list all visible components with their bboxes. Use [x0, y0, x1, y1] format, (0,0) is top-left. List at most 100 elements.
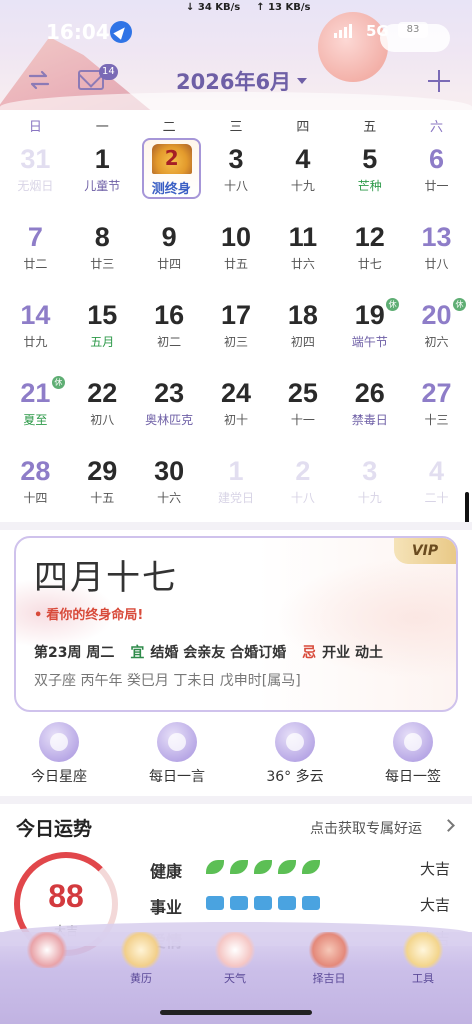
leaf-icon — [206, 860, 224, 874]
day-subtitle: 芒种 — [357, 179, 382, 193]
calendar-day[interactable]: 14 廿九 — [2, 294, 69, 372]
calendar-day[interactable]: 24 初十 — [203, 372, 270, 450]
calendar-day[interactable]: 27 十三 — [403, 372, 470, 450]
calendar-day[interactable]: 1 建党日 — [203, 450, 270, 528]
today-label: 测终身 — [151, 182, 191, 197]
day-subtitle: 十三 — [424, 413, 449, 427]
calendar-day[interactable]: 7 廿二 — [2, 216, 69, 294]
calendar-day[interactable]: 26 禁毒日 — [336, 372, 403, 450]
tab-calendar[interactable] — [0, 932, 94, 992]
day-number: 10 — [220, 222, 252, 252]
vip-badge[interactable]: VIP — [394, 538, 456, 564]
day-number: 29 — [87, 456, 118, 486]
fortune-link[interactable]: 点击获取专属好运 — [310, 818, 422, 838]
day-number: 30 — [154, 456, 185, 486]
calendar-day[interactable]: 4 十九 — [269, 138, 336, 216]
cloud-icon — [212, 932, 258, 968]
status-bar: 16:04 ↓ 34 KB/s ↑ 13 KB/s 5G 83 — [0, 0, 472, 52]
briefcase-icon — [206, 896, 224, 910]
month-selector[interactable]: 2026年6月 — [176, 66, 308, 96]
day-number: 1 — [228, 456, 244, 486]
day-subtitle: 十一 — [290, 413, 315, 427]
network-speed: ↓ 34 KB/s ↑ 13 KB/s — [186, 2, 310, 13]
swap-icon[interactable] — [27, 68, 51, 92]
toolbar: 14 2026年6月 — [0, 62, 472, 102]
briefcase-icon — [254, 896, 272, 910]
tab-auspicious-day[interactable]: 择吉日 — [282, 932, 376, 992]
calendar-day[interactable]: 15 五月 — [69, 294, 136, 372]
calendar-day[interactable]: 8 廿三 — [69, 216, 136, 294]
weekday-label: 日 — [28, 120, 42, 135]
shortcut-label: 36° 多云 — [266, 769, 324, 785]
weekday-label: 四 — [296, 120, 310, 135]
shortcut-daily-quote[interactable]: 每日一言 — [118, 720, 236, 790]
day-subtitle: 十六 — [157, 491, 182, 505]
lunar-info-card[interactable]: VIP 四月十七 看你的终身命局! 第23周 周二宜结婚 会亲友 合婚订婚忌开业… — [14, 536, 458, 712]
flower-icon — [118, 932, 164, 968]
calendar-day[interactable]: 10 廿五 — [203, 216, 270, 294]
calendar-day[interactable]: 22 初八 — [69, 372, 136, 450]
calendar-day[interactable]: 17 初三 — [203, 294, 270, 372]
calendar-day[interactable]: 31 无烟日 — [2, 138, 69, 216]
calendar-day[interactable]: 25 十一 — [269, 372, 336, 450]
almanac-summary: 第23周 周二宜结婚 会亲友 合婚订婚忌开业 动土 — [34, 642, 383, 662]
day-number: 4 — [295, 144, 311, 174]
day-subtitle: 无烟日 — [17, 179, 54, 193]
shortcut-row: 今日星座 每日一言 36° 多云 每日一签 — [0, 720, 472, 790]
fortune-row-career: 事业 大吉 — [150, 892, 450, 918]
calendar-day[interactable]: 18 初四 — [269, 294, 336, 372]
calendar-day[interactable]: 9 廿四 — [136, 216, 203, 294]
today-highlight[interactable]: 测终身 — [141, 138, 201, 199]
day-subtitle: 廿八 — [424, 257, 449, 271]
day-subtitle: 初六 — [424, 335, 449, 349]
calendar-day[interactable]: 6 廿一 — [403, 138, 470, 216]
calendar-day[interactable]: 3 十八 — [203, 138, 270, 216]
day-subtitle: 奥林匹克 — [145, 413, 194, 427]
weekday-label: 二 — [162, 120, 176, 135]
tab-weather[interactable]: 天气 — [188, 932, 282, 992]
calendar-day[interactable]: 12 廿七 — [336, 216, 403, 294]
day-subtitle: 十八 — [223, 179, 248, 193]
tab-label: 黄历 — [130, 972, 152, 985]
calendar-day[interactable]: 30 十六 — [136, 450, 203, 528]
weekday-label: 一 — [95, 120, 109, 135]
day-number: 14 — [20, 300, 51, 330]
day-number: 24 — [220, 378, 252, 408]
tab-label: 择吉日 — [312, 972, 346, 985]
add-icon[interactable] — [428, 70, 450, 92]
calendar-day[interactable]: 11 廿六 — [269, 216, 336, 294]
tab-label: 天气 — [224, 972, 246, 985]
calendar-day[interactable]: 休 20 初六 — [403, 294, 470, 372]
day-subtitle: 十四 — [23, 491, 48, 505]
day-number: 4 — [429, 456, 445, 486]
calendar-day[interactable]: 4 二十 — [403, 450, 470, 528]
calendar-day[interactable]: 1 儿童节 — [69, 138, 136, 216]
calendar-day[interactable]: 16 初二 — [136, 294, 203, 372]
calendar-day[interactable]: 13 廿八 — [403, 216, 470, 294]
calendar-day[interactable]: 29 十五 — [69, 450, 136, 528]
shortcut-daily-lot[interactable]: 每日一签 — [354, 720, 472, 790]
leaf-icon-rating — [206, 860, 320, 874]
day-number: 18 — [287, 300, 318, 330]
calendar-day[interactable]: 23 奥林匹克 — [136, 372, 203, 450]
tab-tools[interactable]: 工具 — [376, 932, 470, 992]
lifetime-fortune-link[interactable]: 看你的终身命局! — [34, 604, 143, 623]
ji-label: 忌 — [302, 645, 317, 661]
calendar-day[interactable]: 休 21 夏至 — [2, 372, 69, 450]
shortcut-horoscope[interactable]: 今日星座 — [0, 720, 118, 790]
shortcut-weather[interactable]: 36° 多云 — [236, 720, 354, 790]
calendar-day[interactable]: 28 十四 — [2, 450, 69, 528]
calendar-day[interactable]: 3 十九 — [336, 450, 403, 528]
chevron-right-icon[interactable] — [442, 819, 455, 832]
tab-almanac[interactable]: 黄历 — [94, 932, 188, 992]
calendar-day[interactable]: 休 19 端午节 — [336, 294, 403, 372]
calendar-day[interactable]: 5 芒种 — [336, 138, 403, 216]
shortcut-label: 每日一言 — [149, 769, 205, 785]
calendar-day-today[interactable]: 测终身 — [136, 138, 203, 216]
calendar-day[interactable]: 2 十八 — [269, 450, 336, 528]
day-number: 27 — [421, 378, 452, 408]
header: 16:04 ↓ 34 KB/s ↑ 13 KB/s 5G 83 14 2026年… — [0, 0, 472, 110]
day-subtitle: 廿二 — [23, 257, 48, 271]
day-number: 13 — [421, 222, 452, 252]
home-indicator[interactable] — [160, 1010, 312, 1015]
